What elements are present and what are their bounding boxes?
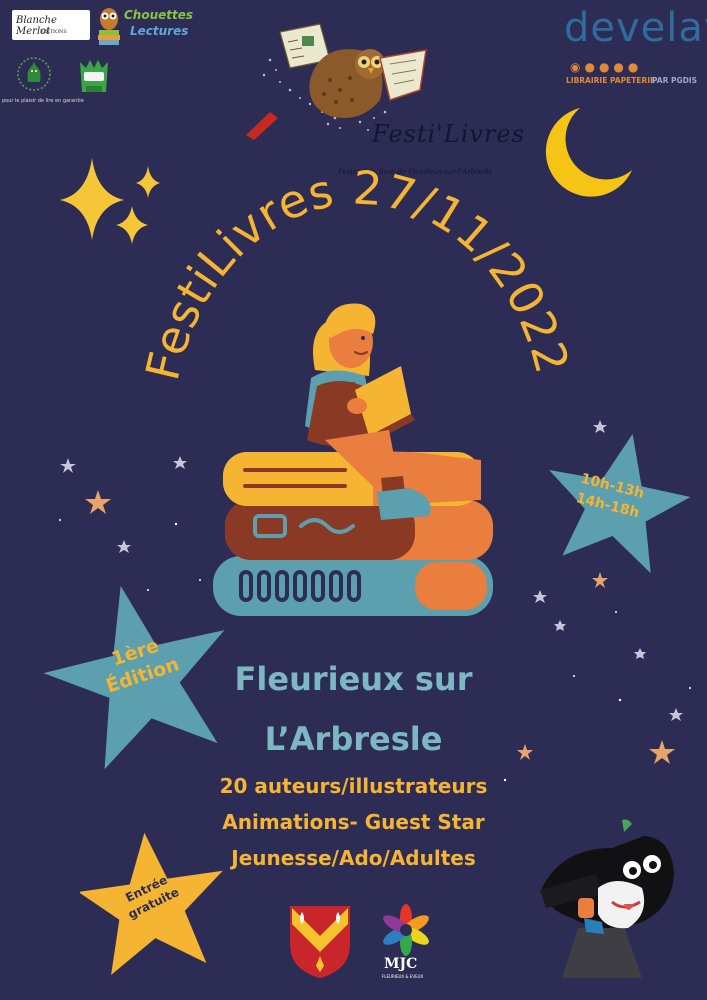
mjc-flower-icon bbox=[383, 904, 429, 956]
mjc-name: MJC bbox=[384, 956, 418, 972]
girl-reading-illustration bbox=[213, 303, 493, 616]
location-line2: L’Arbresle bbox=[264, 720, 443, 758]
wolf-character-illustration bbox=[540, 819, 674, 978]
mjc-sub: FLEURIEUX & EVEUX bbox=[382, 974, 424, 979]
location-line1: Fleurieux sur bbox=[234, 660, 473, 698]
details-line1: 20 auteurs/illustrateurs bbox=[219, 774, 488, 798]
coat-of-arms-icon bbox=[290, 906, 350, 978]
mjc-logo: MJC FLEURIEUX & EVEUX bbox=[374, 904, 438, 984]
